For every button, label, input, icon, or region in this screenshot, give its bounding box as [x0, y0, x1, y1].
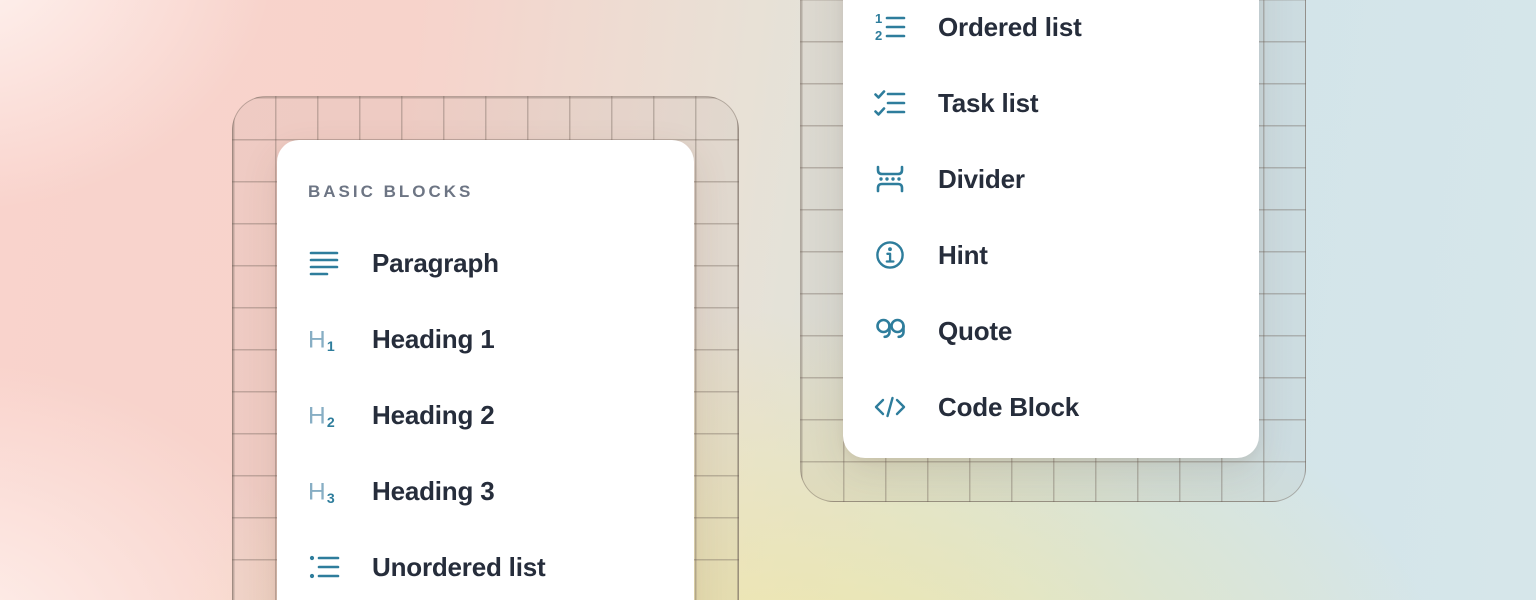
svg-text:H: H	[308, 326, 326, 353]
task-list-icon	[874, 87, 906, 119]
svg-text:3: 3	[327, 490, 335, 506]
svg-text:H: H	[308, 478, 326, 505]
hint-icon	[874, 239, 906, 271]
menu-item-divider[interactable]: Divider	[843, 141, 1259, 217]
quote-icon	[874, 315, 906, 347]
code-block-icon	[874, 391, 906, 423]
svg-text:2: 2	[327, 414, 335, 430]
menu-item-label: Unordered list	[372, 554, 545, 580]
menu-item-label: Paragraph	[372, 250, 499, 276]
menu-item-label: Task list	[938, 90, 1038, 116]
menu-item-list: 1 2 Ordered list Task list	[843, 0, 1259, 445]
menu-item-code-block[interactable]: Code Block	[843, 369, 1259, 445]
menu-item-hint[interactable]: Hint	[843, 217, 1259, 293]
menu-item-paragraph[interactable]: Paragraph	[277, 225, 694, 301]
menu-item-quote[interactable]: Quote	[843, 293, 1259, 369]
menu-item-list: Paragraph H 1 Heading 1 H 2	[277, 225, 694, 600]
heading-3-icon: H 3	[308, 475, 340, 507]
hero-background: BASIC BLOCKS Paragraph H 1 Heading 1	[0, 0, 1536, 600]
menu-item-label: Hint	[938, 242, 988, 268]
svg-text:1: 1	[327, 338, 335, 354]
basic-blocks-menu: BASIC BLOCKS Paragraph H 1 Heading 1	[277, 140, 694, 600]
menu-item-unordered-list[interactable]: Unordered list	[277, 529, 694, 600]
svg-text:2: 2	[875, 28, 882, 43]
menu-item-heading-2[interactable]: H 2 Heading 2	[277, 377, 694, 453]
menu-item-label: Heading 1	[372, 326, 494, 352]
svg-text:1: 1	[875, 11, 882, 26]
menu-item-ordered-list[interactable]: 1 2 Ordered list	[843, 0, 1259, 65]
divider-icon	[874, 163, 906, 195]
ordered-list-icon: 1 2	[874, 11, 906, 43]
menu-item-label: Ordered list	[938, 14, 1082, 40]
paragraph-icon	[308, 247, 340, 279]
svg-text:H: H	[308, 402, 326, 429]
menu-item-label: Heading 3	[372, 478, 494, 504]
menu-item-heading-3[interactable]: H 3 Heading 3	[277, 453, 694, 529]
unordered-list-icon	[308, 551, 340, 583]
menu-item-task-list[interactable]: Task list	[843, 65, 1259, 141]
menu-item-label: Code Block	[938, 394, 1079, 420]
menu-item-heading-1[interactable]: H 1 Heading 1	[277, 301, 694, 377]
blocks-menu-continued: 1 2 Ordered list Task list	[843, 0, 1259, 458]
menu-item-label: Divider	[938, 166, 1025, 192]
menu-section-label: BASIC BLOCKS	[308, 180, 694, 204]
heading-2-icon: H 2	[308, 399, 340, 431]
menu-item-label: Quote	[938, 318, 1012, 344]
menu-item-label: Heading 2	[372, 402, 494, 428]
heading-1-icon: H 1	[308, 323, 340, 355]
